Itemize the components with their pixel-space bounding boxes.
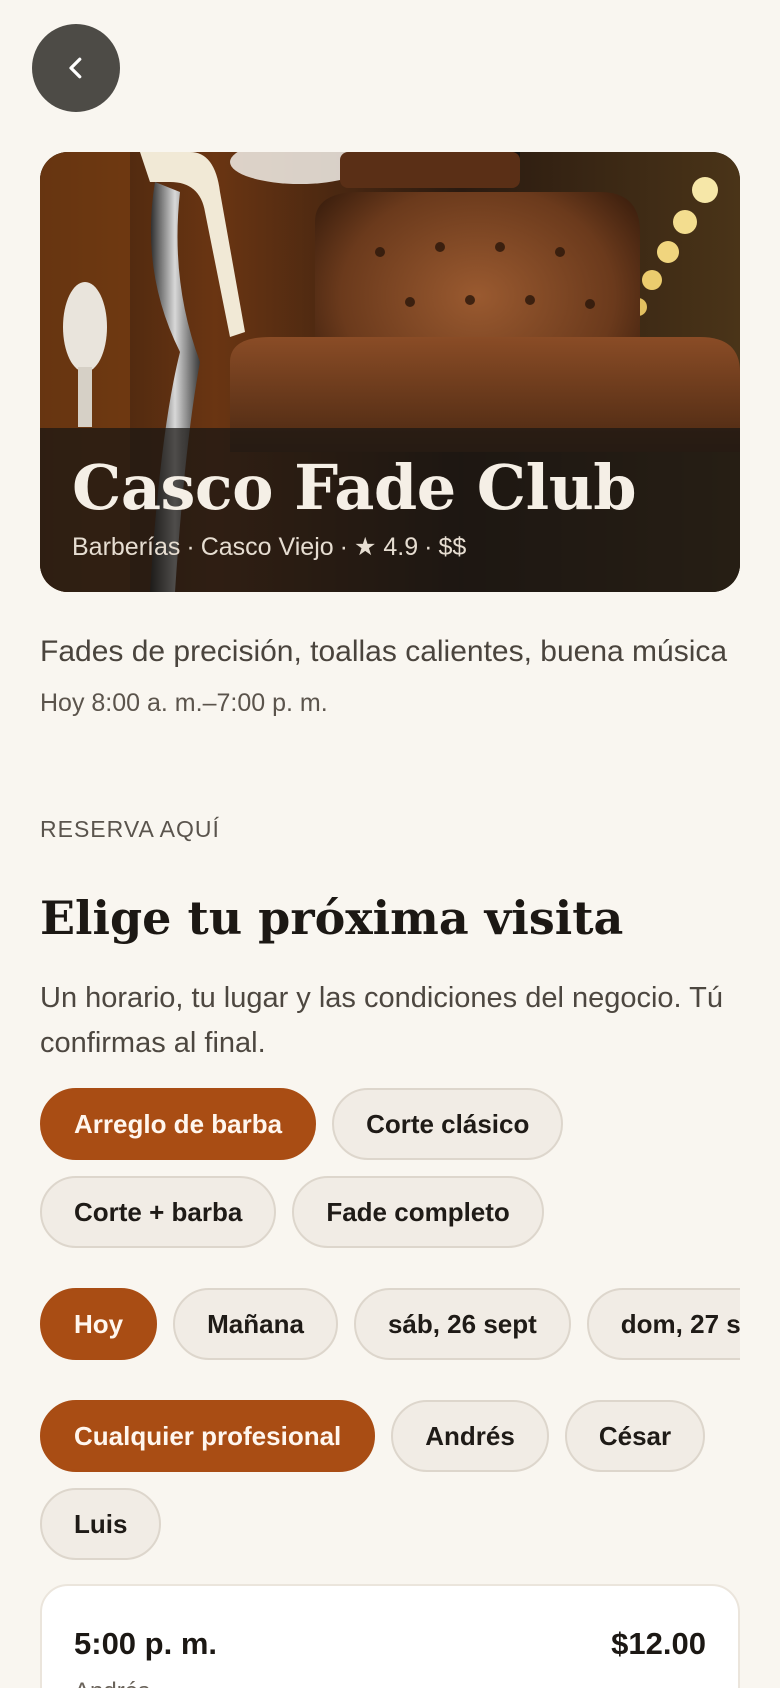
business-name: Casco Fade Club — [72, 451, 637, 524]
business-area: Casco Viejo — [200, 533, 334, 561]
business-meta: Barberías · Casco Viejo · ★ 4.9 · $$ — [72, 530, 708, 564]
pro-chip-luis[interactable]: Luis — [40, 1488, 162, 1560]
hero-card: Casco Fade Club Barberías · Casco Viejo … — [40, 152, 740, 592]
service-chip-fade-completo[interactable]: Fade completo — [292, 1176, 544, 1248]
date-chip-dom-27[interactable]: dom, 27 sept — [586, 1288, 740, 1360]
service-chips: Arreglo de barba Corte clásico — [40, 1088, 564, 1160]
meta-separator: · — [424, 533, 433, 561]
date-chip-sab-26[interactable]: sáb, 26 sept — [353, 1288, 571, 1360]
time-slot-card[interactable]: 5:00 p. m. $12.00 Andrés — [40, 1584, 740, 1688]
chevron-left-icon — [69, 57, 82, 79]
meta-separator: · — [339, 533, 348, 561]
booking-kicker: RESERVA AQUÍ — [40, 816, 220, 842]
pro-chip-andres[interactable]: Andrés — [391, 1400, 549, 1472]
hero-overlay: Casco Fade Club Barberías · Casco Viejo … — [40, 428, 740, 592]
back-button[interactable] — [32, 24, 120, 112]
slot-price: $12.00 — [611, 1626, 706, 1661]
service-chips-row-2: Corte + barba Fade completo — [40, 1176, 544, 1248]
service-chip-corte-clasico[interactable]: Corte clásico — [332, 1088, 564, 1160]
booking-description: Un horario, tu lugar y las condiciones d… — [40, 982, 723, 1059]
professional-chips: Cualquier profesional Andrés César — [40, 1400, 706, 1472]
service-chip-arreglo-barba[interactable]: Arreglo de barba — [40, 1088, 317, 1160]
slot-professional: Andrés — [74, 1678, 150, 1688]
business-hours: Hoy 8:00 a. m.–7:00 p. m. — [40, 689, 328, 717]
service-chip-corte-barba[interactable]: Corte + barba — [40, 1176, 277, 1248]
booking-title: Elige tu próxima visita — [40, 891, 624, 945]
business-rating: ★ 4.9 — [354, 533, 419, 561]
business-category: Barberías — [72, 533, 181, 561]
pro-chip-cualquiera[interactable]: Cualquier profesional — [40, 1400, 376, 1472]
meta-separator: · — [186, 533, 195, 561]
date-chip-hoy[interactable]: Hoy — [40, 1288, 158, 1360]
pro-chip-cesar[interactable]: César — [564, 1400, 706, 1472]
date-chips: Hoy Mañana sáb, 26 sept dom, 27 sept — [40, 1288, 740, 1360]
slot-time: 5:00 p. m. — [74, 1626, 217, 1661]
business-tagline: Fades de precisión, toallas calientes, b… — [40, 635, 728, 668]
business-price-level: $$ — [438, 533, 467, 561]
date-chips-scroller[interactable]: Hoy Mañana sáb, 26 sept dom, 27 sept — [40, 1288, 740, 1360]
date-chip-manana[interactable]: Mañana — [173, 1288, 338, 1360]
business-detail-page: Casco Fade Club Barberías · Casco Viejo … — [0, 0, 780, 1688]
professional-chips-row-2: Luis — [40, 1488, 162, 1560]
